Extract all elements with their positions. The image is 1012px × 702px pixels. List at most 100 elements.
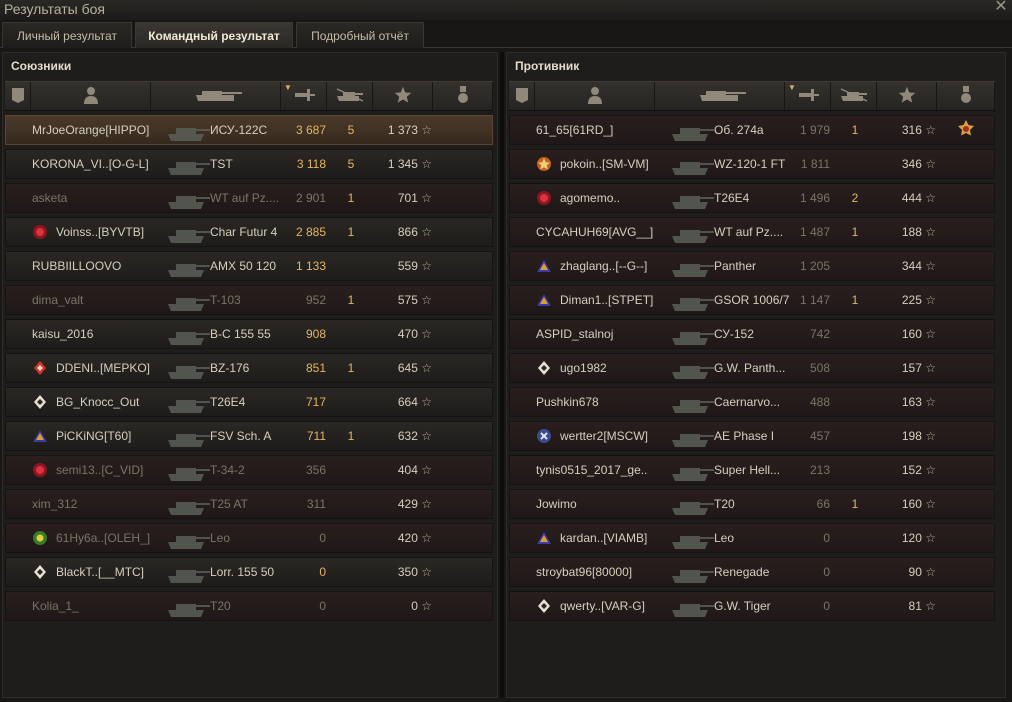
enemies-kills-column[interactable] (831, 82, 877, 112)
player-row[interactable]: agomemo.. T26E4 1 496 2 444 (509, 183, 995, 213)
player-row[interactable]: MrJoeOrange[HIPPO] ИСУ-122С 3 687 5 1 373 (5, 115, 493, 145)
xp-value: 632 (374, 422, 432, 450)
tab-personal-result[interactable]: Личный результат (2, 22, 132, 48)
player-row[interactable]: wertter2[MSCW] AE Phase I 457 198 (509, 421, 995, 451)
enemies-squad-column[interactable] (509, 82, 535, 112)
player-row[interactable]: 61_65[61RD_] Об. 274а 1 979 1 316 (509, 115, 995, 145)
tab-team-result[interactable]: Командный результат (135, 22, 293, 48)
damage-value: 3 687 (295, 123, 326, 137)
kills-value (328, 490, 374, 518)
tank-icon (166, 288, 210, 314)
player-name: semi13..[C_VID] (56, 463, 144, 477)
enemies-tank-column[interactable] (655, 82, 785, 112)
player-row[interactable]: 61Ну6а..[OLEH_] Leo 0 420 (5, 523, 493, 553)
player-row[interactable]: stroybat96[80000] Renegade 0 90 (509, 557, 995, 587)
allies-player-column[interactable] (31, 82, 151, 112)
enemies-damage-column[interactable]: ▼ (785, 82, 831, 112)
tank-name: G.W. Panth... (714, 361, 786, 375)
player-row[interactable]: kardan..[VIAMB] Leo 0 120 (509, 523, 995, 553)
player-row[interactable]: qwerty..[VAR-G] G.W. Tiger 0 81 (509, 591, 995, 621)
tank-name: WZ-120-1 FT (714, 157, 786, 171)
player-row[interactable]: Kolia_1_ T20 0 0 (5, 591, 493, 621)
player-row[interactable]: dima_valt T-103 952 1 575 (5, 285, 493, 315)
xp-star-icon (898, 86, 916, 109)
enemies-player-column[interactable] (535, 82, 655, 112)
player-row[interactable]: Jowimo T20 66 1 160 (509, 489, 995, 519)
player-row[interactable]: RUBBIILLOOVO AMX 50 120 1 133 559 (5, 251, 493, 281)
tank-name: T26E4 (714, 191, 750, 205)
tank-name: T-103 (210, 293, 241, 307)
clan-emblem-icon (536, 530, 552, 546)
kills-value: 5 (347, 157, 355, 171)
player-row[interactable]: PiCKiNG[T60] FSV Sch. A 711 1 632 (5, 421, 493, 451)
damage-value: 1 205 (799, 259, 830, 273)
player-name: xim_312 (32, 497, 78, 511)
xp-value: 163 (878, 388, 936, 416)
damage-value: 1 979 (799, 123, 830, 137)
damage-value: 0 (319, 599, 326, 613)
kills-value: 1 (851, 293, 859, 307)
kills-value: 1 (851, 225, 859, 239)
tank-icon (670, 492, 714, 518)
tab-detailed-report[interactable]: Подробный отчёт (296, 22, 424, 48)
clan-emblem-icon (536, 360, 552, 376)
close-icon[interactable]: ✕ (994, 0, 1008, 15)
player-row[interactable]: BG_Knocc_Out T26E4 717 664 (5, 387, 493, 417)
squad-icon (514, 86, 530, 109)
xp-value: 404 (374, 456, 432, 484)
xp-value: 664 (374, 388, 432, 416)
enemies-xp-column[interactable] (877, 82, 937, 112)
xp-value: 559 (374, 252, 432, 280)
allies-kills-column[interactable] (327, 82, 373, 112)
tank-name: WT auf Pz.... (714, 225, 784, 239)
player-row[interactable]: Voinss..[BYVTB] Char Futur 4 2 885 1 866 (5, 217, 493, 247)
player-name: ugo1982 (560, 361, 607, 375)
player-name: asketa (32, 191, 68, 205)
allies-squad-column[interactable] (5, 82, 31, 112)
kills-value (832, 456, 878, 484)
player-row[interactable]: pokoin..[SM-VM] WZ-120-1 FT 1 811 346 (509, 149, 995, 179)
player-row[interactable]: KORONA_VI..[O-G-L] TST 3 118 5 1 345 (5, 149, 493, 179)
kills-value: 1 (347, 429, 355, 443)
player-row[interactable]: ASPID_stalnoj СУ-152 742 160 (509, 319, 995, 349)
player-icon (83, 86, 98, 109)
clan-emblem-icon (536, 258, 552, 274)
player-name: ASPID_stalnoj (536, 327, 614, 341)
tank-icon (670, 390, 714, 416)
tank-name: T-34-2 (210, 463, 245, 477)
player-row[interactable]: DDENI..[MEPKO] BZ-176 851 1 645 (5, 353, 493, 383)
xp-value: 1 373 (374, 116, 432, 144)
tank-icon (694, 87, 746, 108)
player-row[interactable]: zhaglang..[--G--] Panther 1 205 344 (509, 251, 995, 281)
allies-tank-column[interactable] (151, 82, 281, 112)
allies-medal-column[interactable] (433, 82, 493, 112)
enemies-medal-column[interactable] (937, 82, 995, 112)
player-row[interactable]: tynis0515_2017_ge.. Super Hell... 213 152 (509, 455, 995, 485)
order-icon[interactable] (956, 120, 976, 140)
player-row[interactable]: BlackT..[__MTC] Lorr. 155 50 0 350 (5, 557, 493, 587)
clan-emblem-icon (32, 394, 48, 410)
allies-damage-column[interactable]: ▼ (281, 82, 327, 112)
player-row[interactable]: Pushkin678 Caernarvo... 488 163 (509, 387, 995, 417)
damage-value: 908 (305, 327, 326, 341)
kills-value (832, 320, 878, 348)
tank-icon (670, 594, 714, 620)
player-row[interactable]: xim_312 T25 AT 311 429 (5, 489, 493, 519)
clan-emblem-icon (536, 190, 552, 206)
tank-icon (166, 560, 210, 586)
enemies-panel: Противник ▼ 61_65[61RD_] Об. 274а 1 979 1 316… (506, 52, 1006, 698)
player-row[interactable]: ugo1982 G.W. Panth... 508 157 (509, 353, 995, 383)
player-row[interactable]: Diman1..[STPET] GSOR 1006/7 1 147 1 225 (509, 285, 995, 315)
allies-xp-column[interactable] (373, 82, 433, 112)
player-row[interactable]: kaisu_2016 B-C 155 55 908 470 (5, 319, 493, 349)
player-row[interactable]: semi13..[C_VID] T-34-2 356 404 (5, 455, 493, 485)
damage-value: 0 (823, 565, 830, 579)
player-row[interactable]: CYCAHUH69[AVG__] WT auf Pz.... 1 487 1 188 (509, 217, 995, 247)
tank-icon (670, 458, 714, 484)
player-row[interactable]: asketa WT auf Pz.... 2 901 1 701 (5, 183, 493, 213)
clan-emblem-icon (32, 564, 48, 580)
player-name: kaisu_2016 (32, 327, 94, 341)
xp-star-icon (394, 86, 412, 109)
player-icon (587, 86, 602, 109)
kills-value (328, 252, 374, 280)
